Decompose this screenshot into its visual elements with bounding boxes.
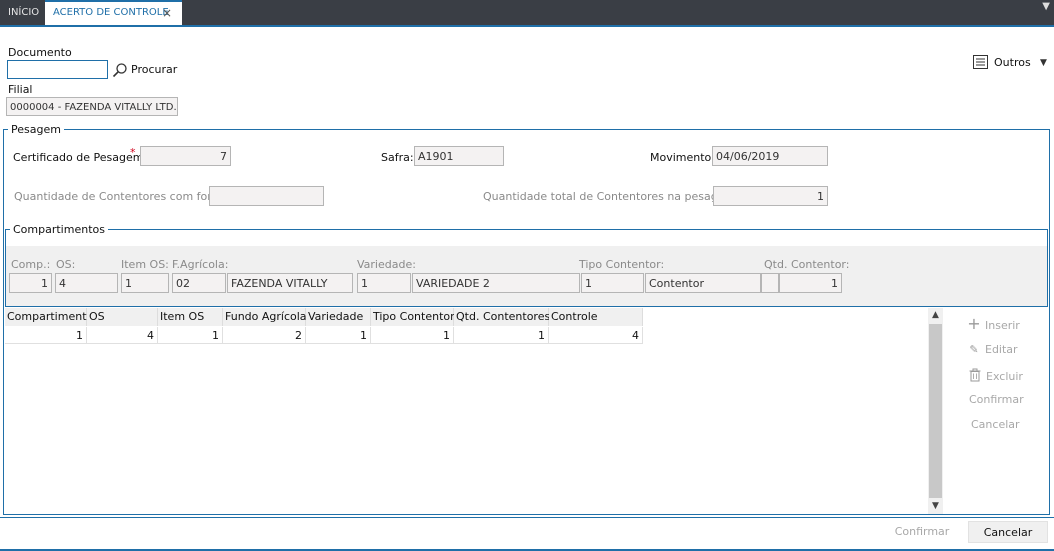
tab-bar: INÍCIO ACERTO DE CONTROLE × ▼ <box>0 0 1054 25</box>
scroll-down-icon[interactable]: ▼ <box>928 499 943 514</box>
qtd-total-label: Quantidade total de Contentores na pesag… <box>483 190 739 203</box>
filial-field: 0000004 - FAZENDA VITALLY LTD. <box>6 97 178 116</box>
col-header-item-os[interactable]: Item OS <box>158 308 223 326</box>
filial-label: Filial <box>8 83 33 96</box>
trash-icon <box>969 368 981 382</box>
item-os-field: 1 <box>121 273 169 293</box>
documento-input[interactable] <box>7 60 108 79</box>
col-header-qtd-contentores[interactable]: Qtd. Contentores <box>454 308 550 326</box>
close-icon[interactable]: × <box>162 2 172 24</box>
movimento-field: 04/06/2019 <box>712 146 828 166</box>
pesagem-title: Pesagem <box>8 123 64 136</box>
cell-controle: 4 <box>549 327 643 344</box>
variedade-code-field: 1 <box>357 273 411 293</box>
os-label: OS: <box>56 258 76 271</box>
movimento-label: Movimento: <box>650 151 715 164</box>
col-header-os[interactable]: OS <box>87 308 158 326</box>
tipo-contentor-label: Tipo Contentor: <box>579 258 665 271</box>
col-header-controle[interactable]: Controle <box>549 308 643 326</box>
safra-field: A1901 <box>414 146 504 166</box>
qtd-contentor-label: Qtd. Contentor: <box>764 258 850 271</box>
tab-acerto-de-controle[interactable]: ACERTO DE CONTROLE × <box>45 0 182 25</box>
required-mark: * <box>130 146 136 159</box>
cell-compartimento: 1 <box>5 327 87 344</box>
outros-label: Outros <box>994 56 1031 69</box>
scroll-thumb[interactable] <box>929 324 942 498</box>
cell-fundo-agricola: 2 <box>223 327 306 344</box>
col-header-variedade[interactable]: Variedade <box>306 308 371 326</box>
cancelar-button[interactable]: Cancelar <box>968 521 1048 543</box>
tab-menu-arrow-icon[interactable]: ▼ <box>1042 0 1050 14</box>
safra-label: Safra: <box>381 151 414 164</box>
col-header-tipo-contentor[interactable]: Tipo Contentor <box>371 308 455 326</box>
documento-label: Documento <box>8 46 72 59</box>
cell-os: 4 <box>87 327 158 344</box>
qtd-contentor-field: 1 <box>779 273 842 293</box>
chevron-down-icon: ▼ <box>1040 58 1047 68</box>
tab-acerto-label: ACERTO DE CONTROLE <box>53 7 169 18</box>
tipo-contentor-spacer <box>761 273 779 293</box>
outros-button[interactable]: Outros ▼ <box>973 55 1051 71</box>
excluir-button[interactable]: Excluir <box>966 368 1023 383</box>
compartimentos-title: Compartimentos <box>10 223 108 236</box>
variedade-label: Variedade: <box>357 258 416 271</box>
inserir-label: Inserir <box>985 319 1020 332</box>
edit-icon: ✎ <box>969 343 979 356</box>
inserir-button[interactable]: + Inserir <box>966 314 1020 333</box>
tab-underline <box>0 25 1054 27</box>
comp-field: 1 <box>9 273 52 293</box>
footer-separator <box>0 517 1054 518</box>
col-header-compartimento[interactable]: Compartimento <box>5 308 93 326</box>
cell-variedade: 1 <box>306 327 371 344</box>
excluir-label: Excluir <box>986 370 1023 383</box>
procurar-label: Procurar <box>131 63 178 76</box>
item-os-label: Item OS: <box>121 258 169 271</box>
side-confirmar-button[interactable]: Confirmar <box>969 393 1024 406</box>
confirmar-button[interactable]: Confirmar <box>888 521 956 543</box>
f-agricola-label: F.Agrícola: <box>172 258 229 271</box>
variedade-name-field: VARIEDADE 2 <box>412 273 580 293</box>
comp-label: Comp.: <box>11 258 51 271</box>
qtd-total-field: 1 <box>713 186 828 206</box>
col-header-fundo-agricola[interactable]: Fundo Agrícola <box>223 308 307 326</box>
f-agricola-code-field: 02 <box>172 273 226 293</box>
f-agricola-name-field: FAZENDA VITALLY <box>227 273 353 293</box>
search-icon <box>112 63 127 78</box>
compartimentos-grid[interactable]: Compartimento OS Item OS Fundo Agrícola … <box>5 308 943 514</box>
editar-label: Editar <box>985 343 1018 356</box>
qtd-forro-label: Quantidade de Contentores com forro: <box>14 190 227 203</box>
cell-item-os: 1 <box>158 327 223 344</box>
list-icon <box>973 55 988 69</box>
certificado-input[interactable]: 7 <box>140 146 231 166</box>
tipo-contentor-name-field: Contentor <box>645 273 761 293</box>
scroll-up-icon[interactable]: ▲ <box>928 308 943 323</box>
tab-inicio[interactable]: INÍCIO <box>0 0 47 25</box>
certificado-label: Certificado de Pesagem: <box>13 151 148 164</box>
cell-qtd-contentores: 1 <box>454 327 549 344</box>
tipo-contentor-code-field: 1 <box>581 273 644 293</box>
editar-button[interactable]: ✎ Editar <box>966 343 1018 356</box>
cell-tipo-contentor: 1 <box>371 327 454 344</box>
grid-scrollbar[interactable]: ▲ ▼ <box>928 308 943 514</box>
plus-icon: + <box>967 314 981 333</box>
side-cancelar-button[interactable]: Cancelar <box>971 418 1020 431</box>
os-field: 4 <box>55 273 118 293</box>
qtd-forro-input[interactable] <box>209 186 324 206</box>
